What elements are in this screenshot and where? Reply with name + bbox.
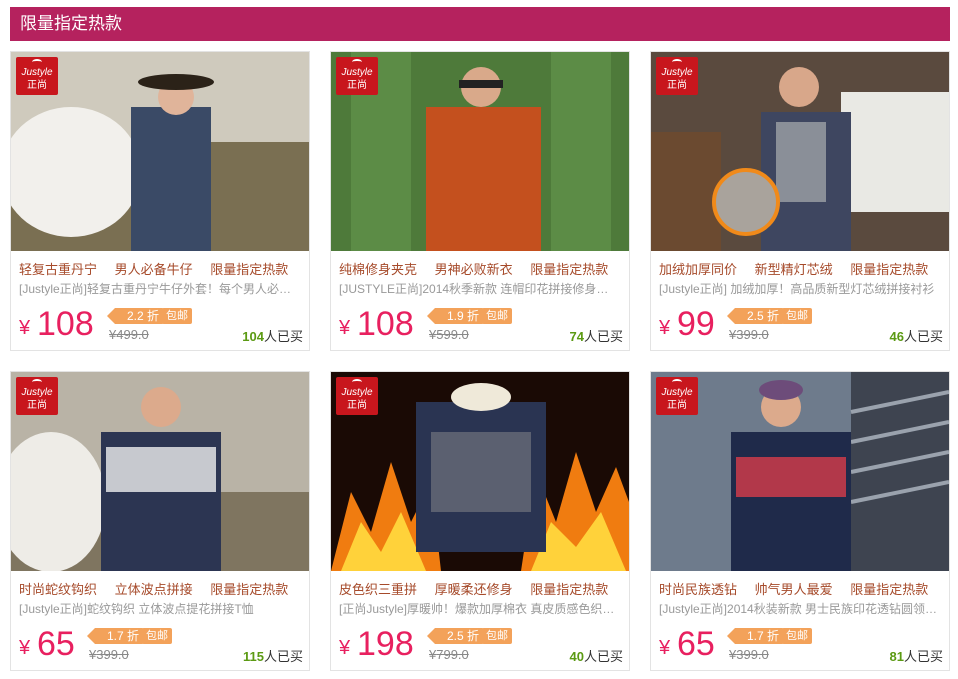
free-shipping-badge: 包邮 — [162, 308, 192, 324]
brand-logo: Justyle 正尚 — [16, 57, 58, 95]
sold-count: 104人已买 — [242, 329, 303, 344]
original-price: ¥399.0 — [89, 647, 129, 662]
product-tag: 皮色织三重拼 — [339, 582, 418, 597]
product-image[interactable]: Justyle 正尚 — [11, 52, 309, 251]
product-description[interactable]: [Justyle正尚]2014秋装新款 男士民族印花透钻圆领… — [659, 600, 939, 616]
currency-symbol: ¥ — [19, 317, 31, 339]
product-card[interactable]: Justyle 正尚 轻复古重丹宁 男人必备牛仔 限量指定热款 [Justyle… — [10, 51, 310, 351]
brand-logo: Justyle 正尚 — [16, 377, 58, 415]
product-image[interactable]: Justyle 正尚 — [11, 372, 309, 571]
product-image[interactable]: Justyle 正尚 — [651, 372, 949, 571]
product-description[interactable]: [JUSTYLE正尚]2014秋季新款 连帽印花拼接修身男… — [339, 280, 619, 296]
product-tag: 帅气男人最爱 — [754, 582, 833, 597]
product-description[interactable]: [正尚Justyle]厚暖帅！爆款加厚棉衣 真皮质感色织… — [339, 600, 619, 616]
product-image[interactable]: Justyle 正尚 — [331, 52, 629, 251]
free-shipping-badge: 包邮 — [482, 628, 512, 644]
sold-count: 40人已买 — [569, 649, 623, 664]
product-description[interactable]: [Justyle正尚]轻复古重丹宁牛仔外套！每个男人必… — [19, 280, 299, 296]
price-row: ¥ 108 1.9 折 包邮 ¥599.0 74人已买 — [337, 304, 627, 346]
section-header: 限量指定热款 — [10, 7, 950, 41]
product-tag: 男人必备牛仔 — [114, 262, 193, 277]
price-row: ¥ 108 2.2 折 包邮 ¥499.0 104人已买 — [17, 304, 307, 346]
product-tags[interactable]: 时尚蛇纹钩织 立体波点拼接 限量指定热款 — [19, 579, 305, 597]
sold-count: 46人已买 — [889, 329, 943, 344]
original-price: ¥799.0 — [429, 647, 469, 662]
sale-price: 65 — [677, 625, 715, 663]
product-card[interactable]: Justyle 正尚 皮色织三重拼 厚暖柔还修身 限量指定热款 [正尚Justy… — [330, 371, 630, 671]
product-card[interactable]: Justyle 正尚 时尚民族透钻 帅气男人最爱 限量指定热款 [Justyle… — [650, 371, 950, 671]
sale-price: 198 — [357, 625, 414, 663]
original-price: ¥499.0 — [109, 327, 149, 342]
product-tags[interactable]: 轻复古重丹宁 男人必备牛仔 限量指定热款 — [19, 259, 305, 277]
product-tags[interactable]: 皮色织三重拼 厚暖柔还修身 限量指定热款 — [339, 579, 625, 597]
product-card[interactable]: Justyle 正尚 加绒加厚同价 新型精灯芯绒 限量指定热款 [Justyle… — [650, 51, 950, 351]
sale-price: 108 — [37, 305, 94, 343]
product-tag: 限量指定热款 — [530, 262, 609, 277]
product-tag: 纯棉修身夹克 — [339, 262, 418, 277]
currency-symbol: ¥ — [339, 317, 351, 339]
product-tag: 立体波点拼接 — [114, 582, 193, 597]
currency-symbol: ¥ — [659, 637, 671, 659]
product-tag: 限量指定热款 — [210, 582, 289, 597]
brand-logo: Justyle 正尚 — [336, 377, 378, 415]
price-row: ¥ 198 2.5 折 包邮 ¥799.0 40人已买 — [337, 624, 627, 666]
product-tags[interactable]: 时尚民族透钻 帅气男人最爱 限量指定热款 — [659, 579, 945, 597]
price-row: ¥ 99 2.5 折 包邮 ¥399.0 46人已买 — [657, 304, 947, 346]
product-tags[interactable]: 纯棉修身夹克 男神必败新衣 限量指定热款 — [339, 259, 625, 277]
product-tag: 限量指定热款 — [850, 582, 929, 597]
product-tags[interactable]: 加绒加厚同价 新型精灯芯绒 限量指定热款 — [659, 259, 945, 277]
sale-price: 108 — [357, 305, 414, 343]
sold-count: 81人已买 — [889, 649, 943, 664]
free-shipping-badge: 包邮 — [482, 308, 512, 324]
price-row: ¥ 65 1.7 折 包邮 ¥399.0 115人已买 — [17, 624, 307, 666]
discount-badge: 1.7 折 — [726, 628, 786, 644]
product-tag: 限量指定热款 — [530, 582, 609, 597]
discount-badge: 1.7 折 — [86, 628, 146, 644]
price-row: ¥ 65 1.7 折 包邮 ¥399.0 81人已买 — [657, 624, 947, 666]
discount-badge: 2.2 折 — [106, 308, 166, 324]
brand-logo: Justyle 正尚 — [656, 57, 698, 95]
currency-symbol: ¥ — [659, 317, 671, 339]
sold-count: 115人已买 — [243, 649, 303, 664]
product-tag: 轻复古重丹宁 — [19, 262, 98, 277]
product-card[interactable]: Justyle 正尚 时尚蛇纹钩织 立体波点拼接 限量指定热款 [Justyle… — [10, 371, 310, 671]
product-image[interactable]: Justyle 正尚 — [651, 52, 949, 251]
free-shipping-badge: 包邮 — [782, 308, 812, 324]
product-description[interactable]: [Justyle正尚] 加绒加厚！高品质新型灯芯绒拼接衬衫 — [659, 280, 939, 296]
product-tag: 男神必败新衣 — [434, 262, 513, 277]
brand-logo: Justyle 正尚 — [336, 57, 378, 95]
sale-price: 65 — [37, 625, 75, 663]
product-image[interactable]: Justyle 正尚 — [331, 372, 629, 571]
discount-badge: 1.9 折 — [426, 308, 486, 324]
product-description[interactable]: [Justyle正尚]蛇纹钩织 立体波点提花拼接T恤 — [19, 600, 299, 616]
product-tag: 限量指定热款 — [210, 262, 289, 277]
currency-symbol: ¥ — [339, 637, 351, 659]
free-shipping-badge: 包邮 — [142, 628, 172, 644]
currency-symbol: ¥ — [19, 637, 31, 659]
brand-logo: Justyle 正尚 — [656, 377, 698, 415]
product-tag: 厚暖柔还修身 — [434, 582, 513, 597]
original-price: ¥399.0 — [729, 647, 769, 662]
product-tag: 限量指定热款 — [850, 262, 929, 277]
product-tag: 时尚蛇纹钩织 — [19, 582, 98, 597]
discount-badge: 2.5 折 — [426, 628, 486, 644]
free-shipping-badge: 包邮 — [782, 628, 812, 644]
discount-badge: 2.5 折 — [726, 308, 786, 324]
product-card[interactable]: Justyle 正尚 纯棉修身夹克 男神必败新衣 限量指定热款 [JUSTYLE… — [330, 51, 630, 351]
original-price: ¥599.0 — [429, 327, 469, 342]
sale-price: 99 — [677, 305, 715, 343]
original-price: ¥399.0 — [729, 327, 769, 342]
product-tag: 时尚民族透钻 — [659, 582, 738, 597]
product-tag: 加绒加厚同价 — [659, 262, 738, 277]
section-title: 限量指定热款 — [20, 14, 122, 33]
product-tag: 新型精灯芯绒 — [754, 262, 833, 277]
sold-count: 74人已买 — [569, 329, 623, 344]
